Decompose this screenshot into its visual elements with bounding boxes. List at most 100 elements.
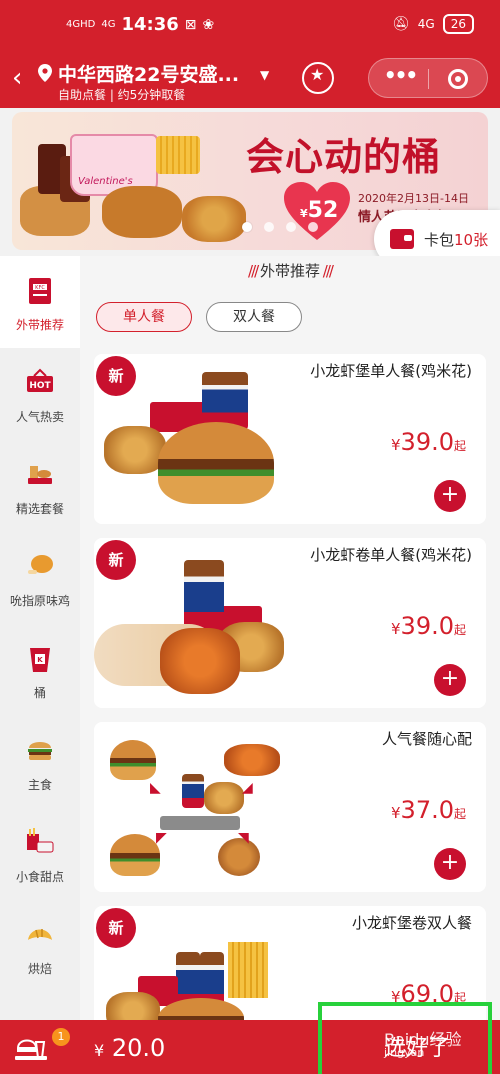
price-currency: ¥ bbox=[391, 436, 401, 454]
banner-fries bbox=[156, 136, 200, 174]
sidebar-item-label: 人气热卖 bbox=[15, 410, 64, 424]
product-price: ¥39.0起 bbox=[391, 612, 466, 640]
back-icon[interactable]: ‹ bbox=[12, 62, 34, 94]
header: ‹ 中华西路22号安盛... ▼ 自助点餐 | 约5分钟取餐 ••• bbox=[0, 52, 500, 108]
food-tray bbox=[160, 816, 240, 830]
food-burger bbox=[110, 740, 156, 780]
combo-meal-icon bbox=[28, 466, 52, 484]
close-miniapp-icon[interactable] bbox=[448, 69, 468, 89]
cart-count-badge: 1 bbox=[52, 1028, 70, 1046]
svg-text:HOT: HOT bbox=[29, 381, 51, 391]
banner-chicken bbox=[102, 186, 182, 238]
arrow-icon: ◣ bbox=[150, 780, 161, 796]
more-icon[interactable]: ••• bbox=[383, 63, 418, 87]
price-suffix: 起 bbox=[453, 623, 466, 637]
fried-chicken-icon bbox=[28, 555, 53, 574]
sidebar-item-label: 吮指原味鸡 bbox=[9, 594, 70, 608]
status-right: 🔕︎ 4G 26 bbox=[392, 14, 474, 34]
product-card[interactable]: ◣ ◢ ◤ ◥ 人气餐随心配 ¥37.0起 + bbox=[94, 722, 486, 892]
price-value: 37.0 bbox=[400, 796, 454, 824]
banner-headline: 会心动的桶 bbox=[246, 135, 442, 179]
new-badge: 新 bbox=[96, 908, 136, 948]
food-drink bbox=[184, 560, 224, 634]
add-to-cart-button[interactable]: + bbox=[434, 664, 466, 696]
product-image: ◣ ◢ ◤ ◥ bbox=[100, 734, 280, 882]
network-label-1: 4GHD bbox=[66, 19, 96, 30]
location-icon bbox=[38, 64, 52, 82]
hot-sign-icon: HOT bbox=[27, 368, 53, 392]
sidebar-item-takeout[interactable]: KFC 外带推荐 bbox=[0, 256, 80, 348]
sidebar-item-hot[interactable]: HOT 人气热卖 bbox=[0, 348, 80, 440]
miniapp-capsule: ••• bbox=[368, 58, 488, 98]
banner-currency: ¥ bbox=[300, 207, 308, 220]
food-burger bbox=[110, 834, 160, 876]
pagination-dot[interactable] bbox=[308, 222, 318, 232]
price-currency: ¥ bbox=[391, 804, 401, 822]
product-list: /// 外带推荐 /// 单人餐 双人餐 新 小龙虾堡单人餐(鸡米花) ¥39.… bbox=[80, 256, 500, 1074]
add-to-cart-button[interactable]: + bbox=[434, 480, 466, 512]
product-card[interactable]: 新 小龙虾堡单人餐(鸡米花) ¥39.0起 + bbox=[94, 354, 486, 524]
banner-pagination bbox=[242, 222, 318, 232]
food-chicken-strips bbox=[204, 782, 244, 814]
notification-icon: ⊠ bbox=[184, 16, 197, 33]
sidebar-item-main[interactable]: 主食 bbox=[0, 716, 80, 808]
pagination-dot[interactable] bbox=[286, 222, 296, 232]
section-title-text: 外带推荐 bbox=[259, 262, 320, 280]
sidebar-item-bakery[interactable]: 烘焙 bbox=[0, 900, 80, 992]
sidebar-item-bucket[interactable]: K 桶 bbox=[0, 624, 80, 716]
price-suffix: 起 bbox=[453, 807, 466, 821]
sidebar-item-combo[interactable]: 精选套餐 bbox=[0, 440, 80, 532]
order-mode-subtitle: 自助点餐 | 约5分钟取餐 bbox=[58, 88, 186, 102]
battery-icon: 26 bbox=[442, 14, 474, 34]
add-to-cart-button[interactable]: + bbox=[434, 848, 466, 880]
price-currency: ¥ bbox=[391, 620, 401, 638]
capsule-divider bbox=[428, 69, 429, 89]
food-drink bbox=[182, 774, 204, 808]
wallet-label: 卡包 bbox=[424, 231, 455, 249]
status-bar: 4GHD 4G 14:36 ⊠ ❀ 🔕︎ 4G 26 bbox=[0, 0, 500, 52]
product-name: 小龙虾堡卷双人餐 bbox=[351, 914, 472, 932]
food-nuggets bbox=[104, 426, 166, 474]
annotation-highlight-box bbox=[318, 1002, 492, 1074]
product-card[interactable]: 新 小龙虾卷单人餐(鸡米花) ¥39.0起 + bbox=[94, 538, 486, 708]
burger-icon bbox=[28, 742, 52, 760]
banner-date: 2020年2月13日-14日 bbox=[358, 192, 469, 205]
title-decoration: /// bbox=[320, 262, 334, 280]
banner-price: ¥52 bbox=[300, 198, 338, 223]
favorite-icon[interactable] bbox=[302, 62, 334, 94]
bucket-icon: K bbox=[30, 648, 50, 672]
product-price: ¥37.0起 bbox=[391, 796, 466, 824]
title-decoration: /// bbox=[248, 262, 260, 280]
arrow-icon: ◤ bbox=[156, 830, 167, 846]
new-badge: 新 bbox=[96, 540, 136, 580]
arrow-icon: ◢ bbox=[242, 780, 253, 796]
pagination-dot[interactable] bbox=[242, 222, 252, 232]
cart-total: ¥ 20.0 bbox=[94, 1034, 165, 1062]
tray-icon[interactable] bbox=[14, 1032, 48, 1062]
chevron-down-icon[interactable]: ▼ bbox=[260, 68, 269, 82]
kfc-bag-icon: KFC bbox=[29, 278, 51, 304]
tab-double-meal[interactable]: 双人餐 bbox=[206, 302, 302, 332]
new-badge: 新 bbox=[96, 356, 136, 396]
sidebar-item-original-chicken[interactable]: 吮指原味鸡 bbox=[0, 532, 80, 624]
sidebar-item-label: 主食 bbox=[27, 778, 52, 792]
food-burger bbox=[158, 422, 274, 504]
sidebar-item-label: 小食甜点 bbox=[15, 870, 64, 884]
tab-single-meal[interactable]: 单人餐 bbox=[96, 302, 192, 332]
sidebar-item-label: 烘焙 bbox=[27, 962, 52, 976]
food-wrap bbox=[224, 744, 280, 776]
network-label-2: 4G bbox=[101, 19, 116, 30]
store-address[interactable]: 中华西路22号安盛... bbox=[58, 60, 263, 87]
product-name: 小龙虾堡单人餐(鸡米花) bbox=[310, 362, 472, 380]
sidebar-item-snacks[interactable]: 小食甜点 bbox=[0, 808, 80, 900]
food-fries bbox=[228, 942, 268, 998]
total-value: 20.0 bbox=[111, 1034, 166, 1062]
status-time: 14:36 bbox=[121, 14, 179, 35]
status-left: 4GHD 4G 14:36 ⊠ ❀ bbox=[66, 14, 214, 35]
sidebar-item-label: 外带推荐 bbox=[15, 318, 64, 332]
snack-icon bbox=[27, 828, 54, 853]
pagination-dot[interactable] bbox=[264, 222, 274, 232]
wallet-icon bbox=[390, 229, 414, 249]
price-suffix: 起 bbox=[453, 439, 466, 453]
product-name: 小龙虾卷单人餐(鸡米花) bbox=[310, 546, 472, 564]
